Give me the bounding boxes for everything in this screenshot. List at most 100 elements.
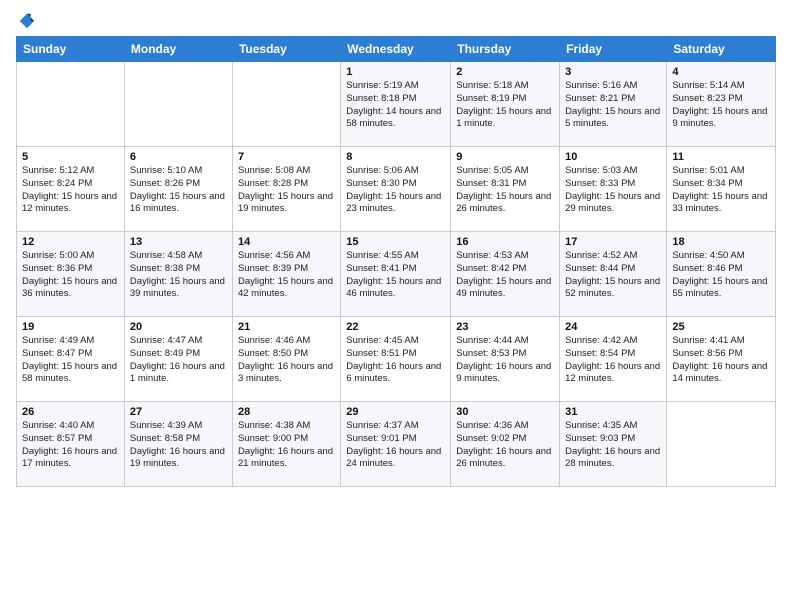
calendar-cell: 4 Sunrise: 5:14 AM Sunset: 8:23 PM Daylig…: [667, 62, 776, 147]
day-number: 30: [456, 406, 554, 418]
week-row-1: 1Sunrise: 5:19 AM Sunset: 8:18 PM Daylig…: [17, 62, 776, 147]
day-info: Sunrise: 5:06 AM Sunset: 8:30 PM Dayligh…: [346, 165, 445, 216]
calendar-cell: 15 Sunrise: 4:55 AM Sunset: 8:41 PM Dayli…: [341, 232, 451, 317]
day-info: Sunrise: 5:18 AM Sunset: 8:19 PM Dayligh…: [456, 80, 554, 131]
calendar-cell: 12 Sunrise: 5:00 AM Sunset: 8:36 PM Dayli…: [17, 232, 125, 317]
calendar-cell: 2 Sunrise: 5:18 AM Sunset: 8:19 PM Daylig…: [451, 62, 560, 147]
calendar-cell: [667, 402, 776, 487]
calendar-cell: 31 Sunrise: 4:35 AM Sunset: 9:03 PM Dayli…: [560, 402, 667, 487]
day-info: Sunrise: 5:14 AM Sunset: 8:23 PM Dayligh…: [672, 80, 770, 131]
day-info: Sunrise: 4:49 AM Sunset: 8:47 PM Dayligh…: [22, 335, 119, 386]
calendar-table: SundayMondayTuesdayWednesdayThursdayFrid…: [16, 36, 776, 487]
day-number: 27: [130, 406, 227, 418]
calendar-cell: 6 Sunrise: 5:10 AM Sunset: 8:26 PM Daylig…: [124, 147, 232, 232]
calendar-cell: 8 Sunrise: 5:06 AM Sunset: 8:30 PM Daylig…: [341, 147, 451, 232]
day-info: Sunrise: 4:39 AM Sunset: 8:58 PM Dayligh…: [130, 420, 227, 471]
calendar-cell: 14 Sunrise: 4:56 AM Sunset: 8:39 PM Dayli…: [232, 232, 340, 317]
day-number: 3: [565, 66, 661, 78]
calendar-cell: [17, 62, 125, 147]
calendar-cell: 3 Sunrise: 5:16 AM Sunset: 8:21 PM Daylig…: [560, 62, 667, 147]
day-info: Sunrise: 5:05 AM Sunset: 8:31 PM Dayligh…: [456, 165, 554, 216]
day-info: Sunrise: 5:08 AM Sunset: 8:28 PM Dayligh…: [238, 165, 335, 216]
calendar-cell: 30 Sunrise: 4:36 AM Sunset: 9:02 PM Dayli…: [451, 402, 560, 487]
calendar-cell: 23 Sunrise: 4:44 AM Sunset: 8:53 PM Dayli…: [451, 317, 560, 402]
day-info: Sunrise: 5:00 AM Sunset: 8:36 PM Dayligh…: [22, 250, 119, 301]
day-info: Sunrise: 4:56 AM Sunset: 8:39 PM Dayligh…: [238, 250, 335, 301]
day-number: 31: [565, 406, 661, 418]
day-number: 8: [346, 151, 445, 163]
day-number: 23: [456, 321, 554, 333]
day-number: 17: [565, 236, 661, 248]
day-number: 18: [672, 236, 770, 248]
day-info: Sunrise: 4:52 AM Sunset: 8:44 PM Dayligh…: [565, 250, 661, 301]
day-number: 20: [130, 321, 227, 333]
week-row-4: 19 Sunrise: 4:49 AM Sunset: 8:47 PM Dayli…: [17, 317, 776, 402]
weekday-header-tuesday: Tuesday: [232, 37, 340, 62]
calendar-cell: 22Sunrise: 4:45 AM Sunset: 8:51 PM Dayli…: [341, 317, 451, 402]
calendar-cell: 29 Sunrise: 4:37 AM Sunset: 9:01 PM Dayli…: [341, 402, 451, 487]
weekday-header-monday: Monday: [124, 37, 232, 62]
calendar-cell: 1Sunrise: 5:19 AM Sunset: 8:18 PM Daylig…: [341, 62, 451, 147]
day-info: Sunrise: 4:42 AM Sunset: 8:54 PM Dayligh…: [565, 335, 661, 386]
logo-icon: [18, 12, 36, 30]
calendar-cell: 10 Sunrise: 5:03 AM Sunset: 8:33 PM Dayli…: [560, 147, 667, 232]
calendar-cell: 24 Sunrise: 4:42 AM Sunset: 8:54 PM Dayli…: [560, 317, 667, 402]
calendar-cell: 26 Sunrise: 4:40 AM Sunset: 8:57 PM Dayli…: [17, 402, 125, 487]
day-info: Sunrise: 4:36 AM Sunset: 9:02 PM Dayligh…: [456, 420, 554, 471]
page: SundayMondayTuesdayWednesdayThursdayFrid…: [0, 0, 792, 612]
day-number: 11: [672, 151, 770, 163]
day-number: 14: [238, 236, 335, 248]
calendar-cell: 11Sunrise: 5:01 AM Sunset: 8:34 PM Dayli…: [667, 147, 776, 232]
day-info: Sunrise: 4:47 AM Sunset: 8:49 PM Dayligh…: [130, 335, 227, 386]
day-number: 24: [565, 321, 661, 333]
weekday-header-wednesday: Wednesday: [341, 37, 451, 62]
calendar-cell: 16Sunrise: 4:53 AM Sunset: 8:42 PM Dayli…: [451, 232, 560, 317]
day-info: Sunrise: 5:16 AM Sunset: 8:21 PM Dayligh…: [565, 80, 661, 131]
day-info: Sunrise: 4:37 AM Sunset: 9:01 PM Dayligh…: [346, 420, 445, 471]
calendar-cell: [232, 62, 340, 147]
day-number: 12: [22, 236, 119, 248]
calendar-cell: 20 Sunrise: 4:47 AM Sunset: 8:49 PM Dayli…: [124, 317, 232, 402]
day-number: 15: [346, 236, 445, 248]
day-number: 26: [22, 406, 119, 418]
day-number: 9: [456, 151, 554, 163]
day-info: Sunrise: 4:45 AM Sunset: 8:51 PM Dayligh…: [346, 335, 445, 386]
day-info: Sunrise: 4:58 AM Sunset: 8:38 PM Dayligh…: [130, 250, 227, 301]
day-info: Sunrise: 4:53 AM Sunset: 8:42 PM Dayligh…: [456, 250, 554, 301]
calendar-cell: 21 Sunrise: 4:46 AM Sunset: 8:50 PM Dayli…: [232, 317, 340, 402]
logo: [16, 12, 36, 30]
day-number: 4: [672, 66, 770, 78]
calendar-cell: 28Sunrise: 4:38 AM Sunset: 9:00 PM Dayli…: [232, 402, 340, 487]
calendar-cell: 19 Sunrise: 4:49 AM Sunset: 8:47 PM Dayli…: [17, 317, 125, 402]
calendar-cell: 25Sunrise: 4:41 AM Sunset: 8:56 PM Dayli…: [667, 317, 776, 402]
week-row-5: 26 Sunrise: 4:40 AM Sunset: 8:57 PM Dayli…: [17, 402, 776, 487]
day-number: 1: [346, 66, 445, 78]
day-info: Sunrise: 5:10 AM Sunset: 8:26 PM Dayligh…: [130, 165, 227, 216]
calendar-cell: 7 Sunrise: 5:08 AM Sunset: 8:28 PM Daylig…: [232, 147, 340, 232]
day-number: 10: [565, 151, 661, 163]
day-number: 21: [238, 321, 335, 333]
day-info: Sunrise: 5:03 AM Sunset: 8:33 PM Dayligh…: [565, 165, 661, 216]
day-info: Sunrise: 5:12 AM Sunset: 8:24 PM Dayligh…: [22, 165, 119, 216]
day-info: Sunrise: 4:55 AM Sunset: 8:41 PM Dayligh…: [346, 250, 445, 301]
week-row-2: 5Sunrise: 5:12 AM Sunset: 8:24 PM Daylig…: [17, 147, 776, 232]
day-info: Sunrise: 4:35 AM Sunset: 9:03 PM Dayligh…: [565, 420, 661, 471]
day-info: Sunrise: 4:50 AM Sunset: 8:46 PM Dayligh…: [672, 250, 770, 301]
day-number: 2: [456, 66, 554, 78]
day-number: 29: [346, 406, 445, 418]
day-info: Sunrise: 4:40 AM Sunset: 8:57 PM Dayligh…: [22, 420, 119, 471]
calendar-header-row: SundayMondayTuesdayWednesdayThursdayFrid…: [17, 37, 776, 62]
calendar-cell: 13Sunrise: 4:58 AM Sunset: 8:38 PM Dayli…: [124, 232, 232, 317]
weekday-header-sunday: Sunday: [17, 37, 125, 62]
week-row-3: 12 Sunrise: 5:00 AM Sunset: 8:36 PM Dayli…: [17, 232, 776, 317]
day-number: 6: [130, 151, 227, 163]
day-info: Sunrise: 4:46 AM Sunset: 8:50 PM Dayligh…: [238, 335, 335, 386]
calendar-cell: 18 Sunrise: 4:50 AM Sunset: 8:46 PM Dayli…: [667, 232, 776, 317]
calendar-cell: 9 Sunrise: 5:05 AM Sunset: 8:31 PM Daylig…: [451, 147, 560, 232]
calendar-cell: 5Sunrise: 5:12 AM Sunset: 8:24 PM Daylig…: [17, 147, 125, 232]
day-info: Sunrise: 4:44 AM Sunset: 8:53 PM Dayligh…: [456, 335, 554, 386]
day-number: 7: [238, 151, 335, 163]
weekday-header-thursday: Thursday: [451, 37, 560, 62]
day-number: 19: [22, 321, 119, 333]
weekday-header-saturday: Saturday: [667, 37, 776, 62]
